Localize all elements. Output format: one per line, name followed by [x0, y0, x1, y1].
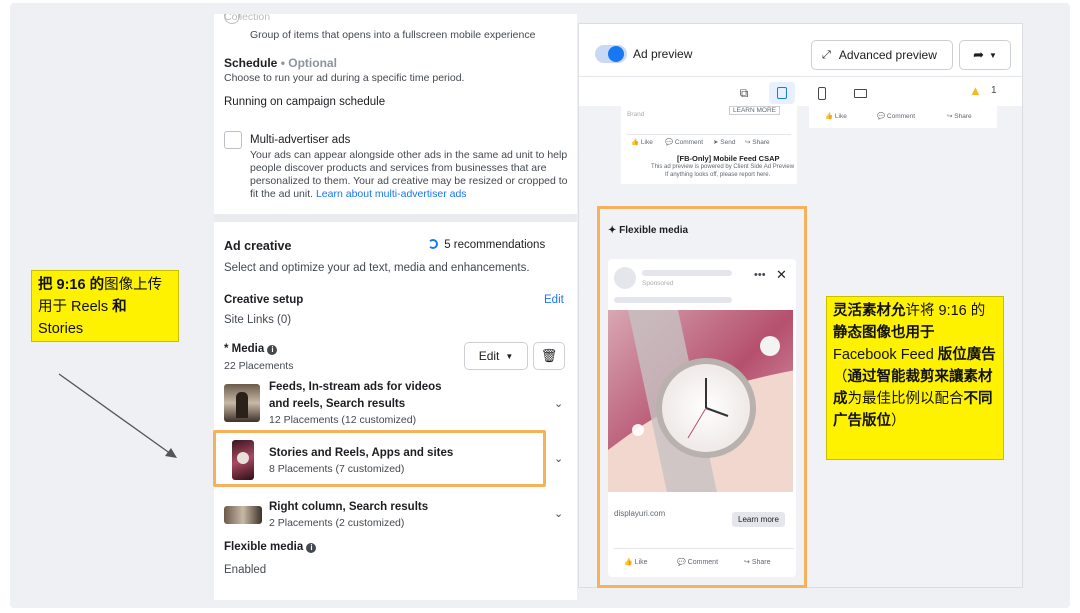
desktop-mobile-icon[interactable]: ⧉ — [731, 82, 757, 104]
more-icon[interactable]: ••• — [754, 269, 766, 281]
info-icon: i — [306, 543, 317, 553]
csap-line-2: If anything looks off, please report her… — [665, 172, 771, 178]
placeholder-text — [614, 297, 732, 303]
share-action[interactable]: ↪ Share — [947, 112, 972, 120]
ad-settings-panel: Collection Group of items that opens int… — [214, 14, 577, 600]
feed-preview-card: LEARN MORE Brand 👍 Like 💬 Comment ➤ Send… — [621, 106, 797, 184]
site-links: Site Links (0) — [224, 314, 292, 326]
right-column-group-sub: 2 Placements (2 customized) — [269, 517, 405, 529]
multi-advertiser-link[interactable]: Learn about multi-advertiser ads — [316, 188, 467, 200]
watch-illustration — [608, 310, 793, 492]
advanced-preview-button[interactable]: ⤢ Advanced preview — [811, 40, 953, 70]
left-annotation: 把 9:16 的图像上传用于 Reels 和 Stories — [31, 270, 179, 342]
schedule-desc: Choose to run your ad during a specific … — [224, 72, 465, 84]
media-placements: 22 Placements — [224, 360, 294, 372]
divider — [614, 548, 794, 549]
warning-count: 1 — [991, 85, 997, 96]
ad-preview-label: Ad preview — [633, 47, 693, 61]
expand-icon: ⤢ — [822, 48, 831, 61]
like-action[interactable]: 👍 Like — [631, 138, 653, 146]
media-title: * Media i — [224, 343, 278, 355]
like-action[interactable]: 👍 Like — [825, 112, 847, 120]
section-divider — [214, 214, 577, 222]
info-icon: i — [267, 345, 278, 355]
multi-advertiser-line-4: fit the ad unit. Learn about multi-adver… — [250, 188, 467, 200]
avatar — [614, 267, 636, 289]
media-edit-button[interactable]: Edit ▼ — [464, 342, 528, 370]
arrow-annotation — [58, 373, 177, 458]
schedule-title: Schedule • Optional — [224, 56, 337, 70]
multi-advertiser-line-3: personalized to them. Your ad creative m… — [250, 175, 568, 187]
caret-down-icon: ▼ — [505, 351, 514, 361]
send-action[interactable]: ➤ Send — [713, 138, 735, 146]
preview-toolbar: Ad preview ⤢ Advanced preview ➦ ▼ — [579, 24, 1022, 76]
multi-advertiser-line-1: Your ads can appear alongside other ads … — [250, 149, 568, 161]
collection-title: Collection — [224, 14, 271, 23]
feeds-group-title-2: and reels, Search results — [269, 398, 406, 410]
comment-action[interactable]: 💬 Comment — [665, 138, 703, 146]
stories-highlight-box — [213, 430, 546, 487]
like-action[interactable]: 👍 Like — [624, 558, 648, 566]
watch-product-image — [608, 310, 793, 492]
spinner-icon — [428, 239, 438, 249]
flexible-media-title: Flexible media i — [224, 541, 317, 553]
collection-desc: Group of items that opens into a fullscr… — [250, 29, 536, 41]
trash-icon: 🗑 — [540, 348, 558, 363]
right-column-chevron-down-icon[interactable]: ⌄ — [554, 507, 563, 520]
recommendations[interactable]: 5 recommendations — [428, 239, 545, 251]
phone-icon[interactable] — [809, 82, 835, 104]
creative-setup-title: Creative setup — [224, 294, 304, 306]
multi-advertiser-title: Multi-advertiser ads — [250, 134, 351, 146]
media-delete-button[interactable]: 🗑 — [533, 342, 565, 370]
mobile-feed-icon[interactable] — [769, 82, 795, 104]
learn-more-button[interactable]: LEARN MORE — [729, 106, 780, 115]
desktop-icon[interactable] — [847, 82, 873, 104]
ad-creative-title: Ad creative — [224, 239, 292, 253]
flexible-media-label: ✦ Flexible media — [608, 225, 689, 236]
right-column-group-title: Right column, Search results — [269, 501, 429, 513]
feeds-chevron-down-icon[interactable]: ⌄ — [554, 397, 563, 410]
stories-chevron-down-icon[interactable]: ⌄ — [554, 452, 563, 465]
ad-domain: displayuri.com — [614, 509, 666, 518]
sparkle-icon: ✦ — [608, 225, 617, 236]
multi-advertiser-line-2: people discover products and services fr… — [250, 162, 547, 174]
share-arrow-icon: ➦ — [973, 47, 984, 62]
right-column-thumbnail — [224, 506, 262, 524]
flexible-media-status: Enabled — [224, 564, 267, 576]
schedule-value[interactable]: Running on campaign schedule — [224, 96, 385, 108]
feeds-group-title-1: Feeds, In-stream ads for videos — [269, 381, 442, 393]
csap-title: [FB-Only] Mobile Feed CSAP — [677, 154, 780, 163]
right-annotation: 灵活素材允许将 9:16 的静态图像也用于 Facebook Feed 版位廣告… — [826, 296, 1004, 460]
share-action[interactable]: ↪ Share — [744, 558, 771, 566]
csap-line-1: This ad preview is powered by Client Sid… — [651, 164, 795, 170]
share-action[interactable]: ↪ Share — [745, 138, 770, 146]
close-icon[interactable]: ✕ — [776, 267, 787, 283]
sponsored-label: Sponsored — [642, 280, 674, 287]
device-selector-bar: ⧉ ▲ 1 — [579, 76, 1022, 106]
feeds-thumbnail — [224, 384, 260, 422]
caret-down-icon: ▼ — [988, 50, 997, 60]
creative-setup-edit-link[interactable]: Edit — [544, 294, 564, 306]
comment-action[interactable]: 💬 Comment — [677, 558, 718, 566]
learn-more-button[interactable]: Learn more — [732, 512, 785, 527]
warning-icon[interactable]: ▲ — [969, 83, 982, 98]
schedule-optional: Optional — [288, 56, 337, 70]
feeds-group-sub: 12 Placements (12 customized) — [269, 414, 417, 426]
share-menu-button[interactable]: ➦ ▼ — [959, 40, 1011, 70]
brand-label: Brand — [627, 111, 645, 118]
right-preview-card: 👍 Like 💬 Comment ↪ Share — [809, 106, 997, 128]
comment-action[interactable]: 💬 Comment — [877, 112, 915, 120]
placeholder-name — [642, 270, 732, 276]
multi-advertiser-checkbox[interactable] — [224, 131, 242, 149]
ad-creative-desc: Select and optimize your ad text, media … — [224, 262, 530, 274]
ad-preview-toggle[interactable] — [595, 45, 627, 63]
